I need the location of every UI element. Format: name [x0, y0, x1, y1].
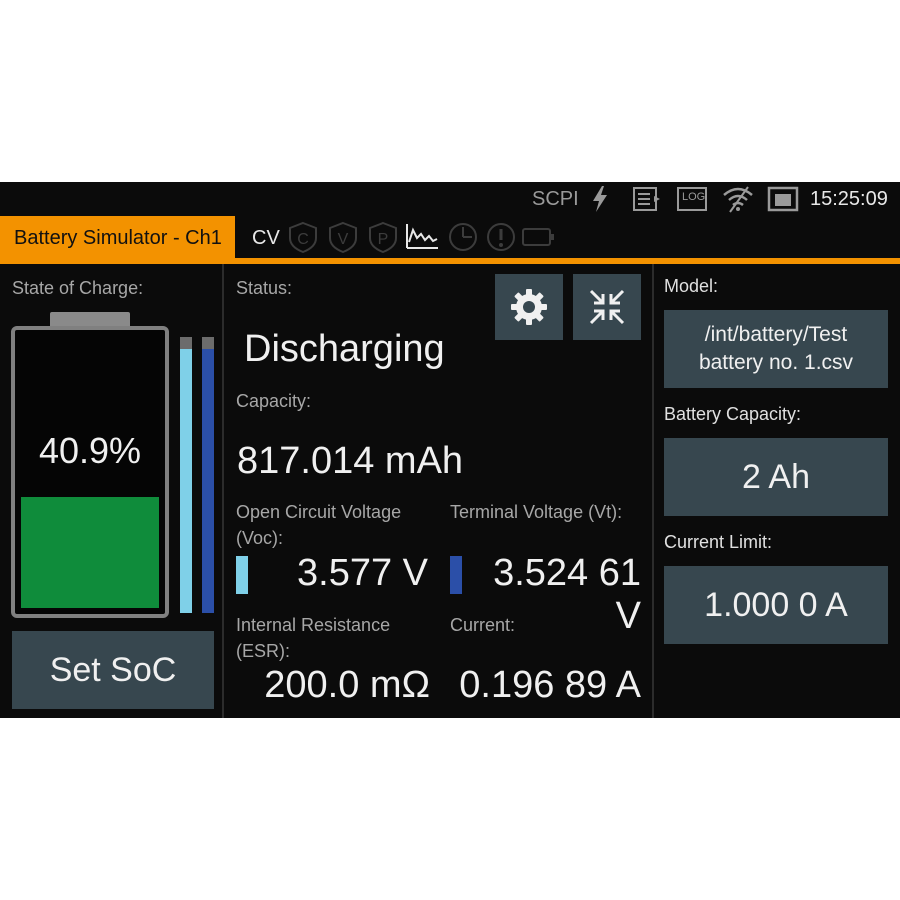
capacity-value: 817.014 mAh: [237, 440, 464, 482]
page-title[interactable]: Battery Simulator - Ch1: [0, 216, 235, 260]
lightning-icon: [590, 182, 610, 216]
cp-shield-icon: P: [366, 220, 400, 259]
ocv-level-fill: [180, 348, 192, 613]
vt-level-fill: [202, 348, 214, 613]
gear-icon: [511, 289, 547, 325]
vt-level-bar: [202, 337, 214, 613]
current-label: Current:: [450, 615, 516, 635]
status-bar: SCPI LOG 15:25:09: [0, 182, 900, 216]
battery-mode-icon: [520, 220, 556, 259]
collapse-arrows-icon: [589, 289, 625, 325]
status-label: Status:: [236, 278, 293, 298]
state-of-charge-label: State of Charge:: [12, 278, 144, 298]
set-soc-button[interactable]: Set SoC: [12, 631, 214, 709]
scpi-indicator: SCPI: [532, 187, 579, 210]
log-label: LOG: [682, 191, 706, 203]
model-file-line-2: battery no. 1.csv: [698, 351, 854, 374]
log-icon[interactable]: LOG: [676, 182, 710, 216]
lan-icon: [767, 182, 799, 216]
wifi-icon: [722, 182, 754, 216]
clock-time: 15:25:09: [810, 187, 888, 210]
minimize-view-button[interactable]: [573, 274, 641, 340]
ocv-value: 3.577 V: [297, 552, 428, 594]
ocv-bar-cap: [180, 337, 192, 349]
mode-indicator: CV: [252, 226, 280, 249]
cv-shield-letter: V: [338, 231, 349, 248]
vt-bar-cap: [202, 337, 214, 349]
waveform-icon[interactable]: [404, 220, 440, 259]
ocv-level-bar: [180, 337, 192, 613]
current-limit-label: Current Limit:: [664, 532, 773, 552]
model-file-line-1: /int/battery/Test: [704, 323, 848, 346]
cc-shield-letter: C: [297, 231, 309, 248]
cv-shield-icon: V: [326, 220, 360, 259]
ocv-label-suffix: (Voc):: [236, 528, 284, 548]
current-limit-field[interactable]: 1.000 0 A: [664, 566, 888, 644]
left-divider: [222, 264, 224, 718]
cp-shield-letter: P: [378, 231, 389, 248]
document-list-icon[interactable]: [632, 182, 662, 216]
vt-label: Terminal Voltage (Vt):: [450, 502, 623, 522]
cc-shield-icon: C: [286, 220, 320, 259]
model-label: Model:: [664, 276, 719, 296]
soc-value: 40.9%: [38, 430, 142, 471]
model-file-button[interactable]: /int/battery/Test battery no. 1.csv: [664, 310, 888, 388]
current-value: 0.196 89 A: [459, 664, 641, 706]
settings-button[interactable]: [495, 274, 563, 340]
warning-icon: [484, 220, 518, 259]
title-underline: [0, 258, 900, 264]
battery-capacity-field[interactable]: 2 Ah: [664, 438, 888, 516]
ocv-color-indicator: [236, 556, 248, 594]
right-divider: [652, 264, 654, 718]
instrument-screen: SCPI LOG 15:25:09 Battery Simulator - Ch…: [0, 182, 900, 718]
status-value: Discharging: [244, 328, 445, 370]
vt-color-indicator: [450, 556, 462, 594]
esr-label: Internal Resistance: [236, 615, 391, 635]
esr-label-suffix: (ESR):: [236, 641, 290, 661]
esr-value: 200.0 mΩ: [264, 664, 430, 706]
battery-gauge: 40.9%: [11, 326, 169, 618]
battery-charge-fill: [21, 497, 159, 608]
capacity-label: Capacity:: [236, 391, 312, 411]
timer-icon: [446, 220, 480, 259]
battery-capacity-label: Battery Capacity:: [664, 404, 802, 424]
ocv-label: Open Circuit Voltage: [236, 502, 402, 522]
